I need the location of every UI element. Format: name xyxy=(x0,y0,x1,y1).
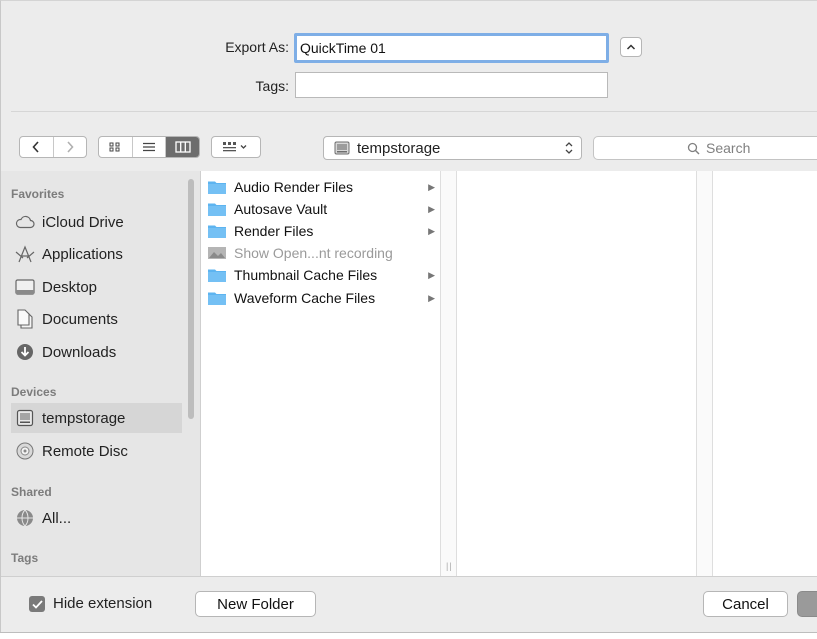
column-view-button[interactable] xyxy=(166,137,199,157)
export-as-input[interactable] xyxy=(294,33,609,63)
tags-heading: Tags xyxy=(11,551,39,565)
sidebar-item-label: iCloud Drive xyxy=(42,213,124,231)
browser-column-1: Audio Render Files ▶ Autosave Vault ▶ Re… xyxy=(201,171,441,576)
sidebar-item-tempstorage[interactable]: tempstorage xyxy=(11,403,182,433)
sidebar-item-desktop[interactable]: Desktop xyxy=(11,272,182,302)
list-view-button[interactable] xyxy=(133,137,167,157)
list-view-icon xyxy=(143,142,155,152)
list-item[interactable]: Audio Render Files ▶ xyxy=(207,176,437,198)
browser-column-3 xyxy=(713,171,817,576)
folder-icon xyxy=(208,203,226,216)
chevron-right-icon xyxy=(67,141,74,153)
search-field[interactable]: Search xyxy=(593,136,817,160)
sidebar: Favorites iCloud Drive Applications Desk… xyxy=(1,171,201,576)
file-thumbnail-icon xyxy=(208,247,226,259)
disclosure-arrow-icon: ▶ xyxy=(428,225,435,236)
shared-heading: Shared xyxy=(11,485,52,499)
downloads-icon xyxy=(15,342,35,362)
chevron-up-icon xyxy=(626,44,636,50)
folder-icon xyxy=(208,181,226,194)
list-item[interactable]: Thumbnail Cache Files ▶ xyxy=(207,264,437,286)
chevron-updown-icon xyxy=(565,142,573,154)
location-popup[interactable]: tempstorage xyxy=(323,136,582,160)
forward-button[interactable] xyxy=(54,137,87,157)
tags-input[interactable] xyxy=(295,72,608,98)
network-globe-icon xyxy=(15,508,35,528)
window-bottom-edge xyxy=(0,632,817,639)
column-view-icon xyxy=(175,141,191,153)
sidebar-item-applications[interactable]: Applications xyxy=(11,239,182,269)
disclosure-arrow-icon: ▶ xyxy=(428,181,435,192)
browser-column-2 xyxy=(457,171,697,576)
icon-view-button[interactable] xyxy=(99,137,133,157)
sidebar-item-label: All... xyxy=(42,509,72,527)
sidebar-item-downloads[interactable]: Downloads xyxy=(11,337,182,367)
icon-view-icon xyxy=(109,142,120,152)
disk-icon xyxy=(334,141,350,155)
sidebar-item-all[interactable]: All... xyxy=(11,503,182,533)
view-mode-group xyxy=(98,136,200,158)
devices-heading: Devices xyxy=(11,385,57,399)
collapse-button[interactable] xyxy=(620,37,642,57)
sidebar-item-remote-disc[interactable]: Remote Disc xyxy=(11,436,182,466)
list-item: Show Open...nt recording xyxy=(207,242,437,264)
folder-icon xyxy=(208,292,226,305)
sidebar-scrollbar[interactable] xyxy=(188,179,194,419)
column-resize-grip-icon[interactable]: || xyxy=(446,561,453,571)
file-name: Waveform Cache Files xyxy=(234,290,376,306)
disclosure-arrow-icon: ▶ xyxy=(428,203,435,214)
search-placeholder: Search xyxy=(706,140,751,156)
disk-icon xyxy=(15,408,35,428)
tags-label: Tags: xyxy=(255,78,289,94)
sidebar-item-label: Desktop xyxy=(42,278,98,296)
save-dialog: Export As: Tags: tempstorage xyxy=(0,0,817,632)
folder-icon xyxy=(208,269,226,282)
file-name: Show Open...nt recording xyxy=(234,245,393,261)
cloud-icon xyxy=(15,212,35,232)
favorites-heading: Favorites xyxy=(11,187,65,201)
file-name: Autosave Vault xyxy=(234,201,328,217)
sidebar-item-label: Remote Disc xyxy=(42,442,128,460)
sidebar-item-documents[interactable]: Documents xyxy=(11,304,182,334)
folder-icon xyxy=(208,225,226,238)
hide-extension-label[interactable]: Hide extension xyxy=(53,595,152,612)
sidebar-item-icloud-drive[interactable]: iCloud Drive xyxy=(11,207,182,237)
back-forward-group xyxy=(19,136,87,158)
dialog-footer: Hide extension New Folder Cancel xyxy=(1,576,817,632)
sidebar-item-label: tempstorage xyxy=(42,409,126,427)
disclosure-arrow-icon: ▶ xyxy=(428,269,435,280)
applications-icon xyxy=(15,244,35,264)
export-button[interactable] xyxy=(797,591,817,617)
sidebar-item-label: Downloads xyxy=(42,343,117,361)
chevron-left-icon xyxy=(32,141,39,153)
file-name: Audio Render Files xyxy=(234,179,354,195)
export-as-label: Export As: xyxy=(225,39,289,55)
arrange-control[interactable] xyxy=(212,137,260,157)
column-resize-gap[interactable] xyxy=(441,171,457,576)
sidebar-item-label: Applications xyxy=(42,245,123,263)
remote-disc-icon xyxy=(15,441,35,461)
hide-extension-checkbox[interactable] xyxy=(29,596,45,612)
documents-icon xyxy=(15,309,35,329)
header-separator xyxy=(11,111,817,112)
file-name: Thumbnail Cache Files xyxy=(234,267,378,283)
list-item[interactable]: Render Files ▶ xyxy=(207,220,437,242)
file-name: Render Files xyxy=(234,223,314,239)
list-item[interactable]: Waveform Cache Files ▶ xyxy=(207,287,437,309)
location-label: tempstorage xyxy=(357,140,441,157)
arrange-grid-icon xyxy=(223,142,247,152)
column-resize-gap[interactable] xyxy=(697,171,713,576)
new-folder-button[interactable]: New Folder xyxy=(195,591,316,617)
desktop-icon xyxy=(15,277,35,297)
back-button[interactable] xyxy=(20,137,54,157)
sidebar-item-label: Documents xyxy=(42,310,118,328)
list-item[interactable]: Autosave Vault ▶ xyxy=(207,198,437,220)
checkmark-icon xyxy=(31,599,43,609)
disclosure-arrow-icon: ▶ xyxy=(428,292,435,303)
search-icon xyxy=(687,142,700,155)
arrange-button[interactable] xyxy=(211,136,261,158)
cancel-button[interactable]: Cancel xyxy=(703,591,788,617)
